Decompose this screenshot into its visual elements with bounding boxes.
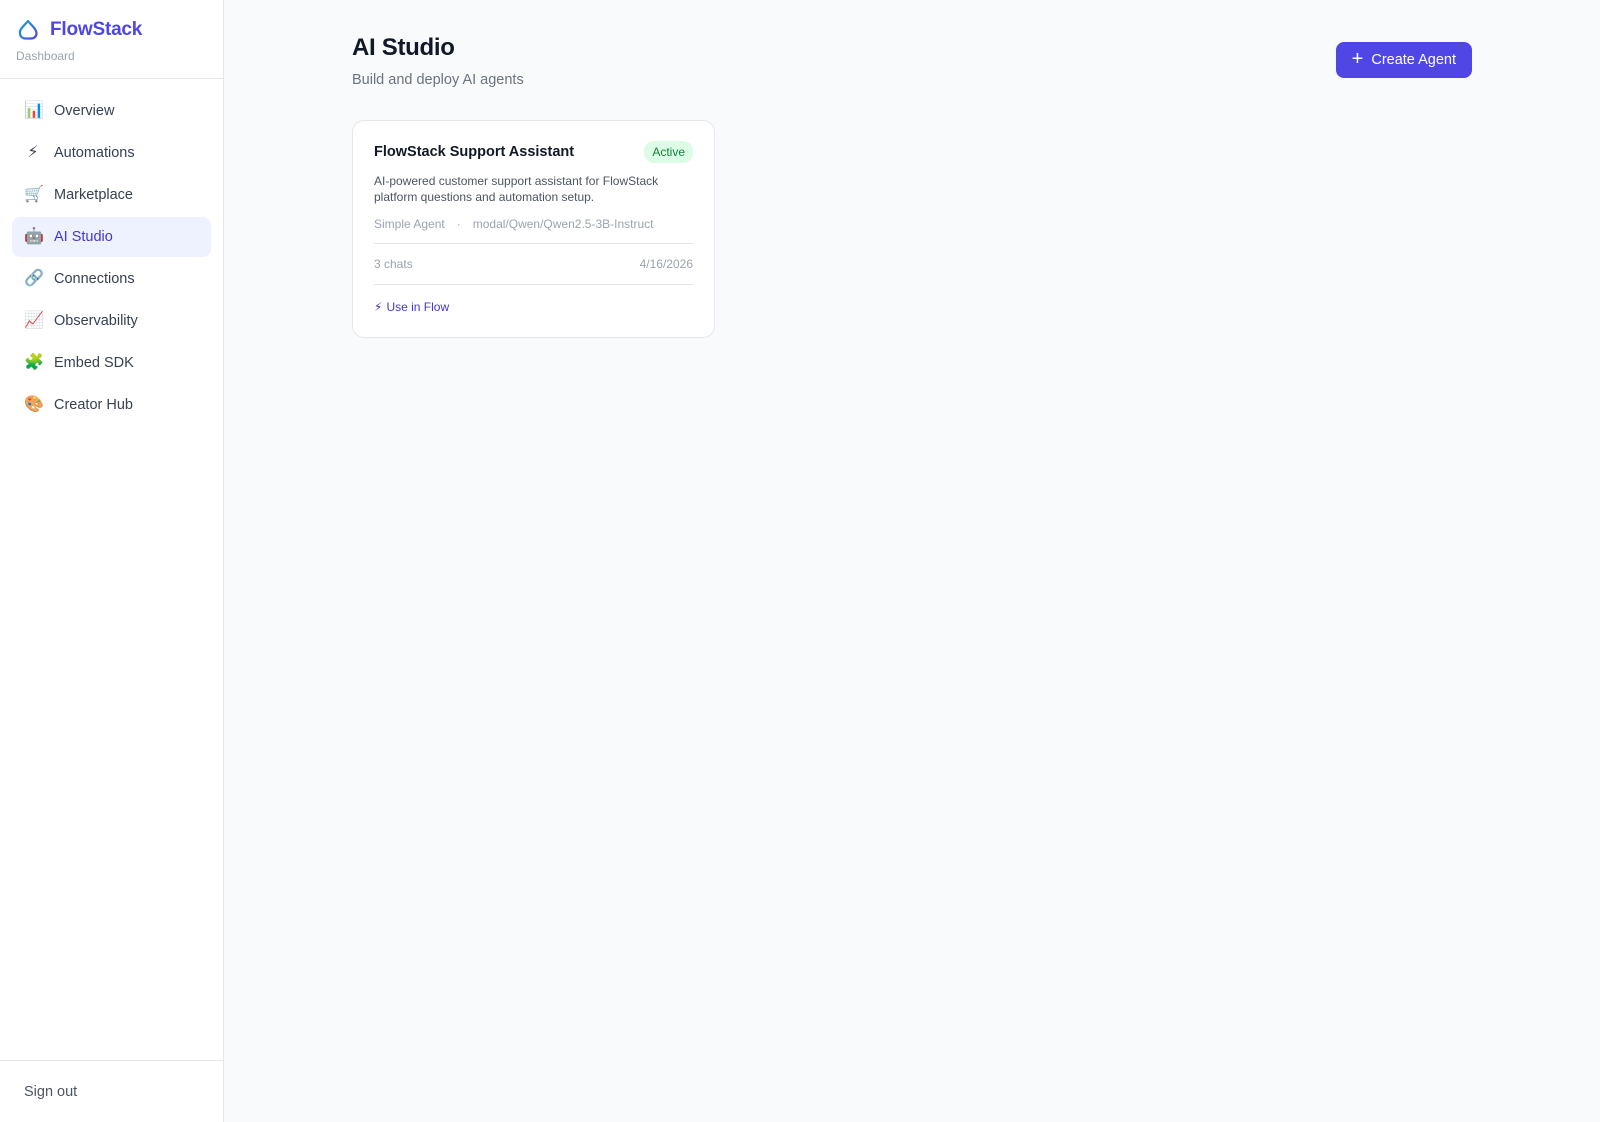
- sidebar: FlowStack Dashboard 📊 Overview ⚡ Automat…: [0, 0, 224, 1122]
- robot-icon: 🤖: [24, 228, 44, 245]
- sidebar-item-label: Overview: [54, 103, 115, 119]
- agent-meta: Simple Agent · modal/Qwen/Qwen2.5-3B-Ins…: [374, 217, 693, 231]
- sidebar-item-overview[interactable]: 📊 Overview: [12, 91, 211, 131]
- page-header: AI Studio Build and deploy AI agents + C…: [352, 34, 1472, 88]
- brand-header: FlowStack Dashboard: [0, 0, 223, 79]
- cloud-icon: [16, 18, 40, 42]
- sign-out-button[interactable]: Sign out: [24, 1084, 77, 1100]
- brand-name: FlowStack: [50, 19, 143, 40]
- main-content: AI Studio Build and deploy AI agents + C…: [224, 0, 1600, 1122]
- sidebar-item-marketplace[interactable]: 🛒 Marketplace: [12, 175, 211, 215]
- sidebar-item-embed-sdk[interactable]: 🧩 Embed SDK: [12, 343, 211, 383]
- sidebar-item-label: Observability: [54, 313, 138, 329]
- puzzle-icon: 🧩: [24, 354, 44, 371]
- sidebar-item-label: Automations: [54, 145, 135, 161]
- create-agent-button[interactable]: + Create Agent: [1335, 42, 1472, 78]
- sidebar-item-creator-hub[interactable]: 🎨 Creator Hub: [12, 385, 211, 425]
- sidebar-item-connections[interactable]: 🔗 Connections: [12, 259, 211, 299]
- agent-card-header: FlowStack Support Assistant Active: [374, 141, 693, 163]
- agent-model: modal/Qwen/Qwen2.5-3B-Instruct: [472, 217, 654, 231]
- brand-row[interactable]: FlowStack: [16, 18, 207, 42]
- agent-date: 4/16/2026: [639, 257, 693, 271]
- use-in-flow-label: Use in Flow: [386, 300, 450, 314]
- sidebar-item-observability[interactable]: 📈 Observability: [12, 301, 211, 341]
- sidebar-item-ai-studio[interactable]: 🤖 AI Studio: [12, 217, 211, 257]
- sidebar-item-label: Creator Hub: [54, 397, 133, 413]
- agent-description: AI-powered customer support assistant fo…: [374, 174, 659, 204]
- page-subtitle: Build and deploy AI agents: [352, 72, 524, 88]
- page-title: AI Studio: [352, 34, 455, 61]
- agent-card[interactable]: FlowStack Support Assistant Active AI-po…: [352, 120, 715, 338]
- card-divider: [374, 284, 693, 285]
- lightning-icon: ⚡: [27, 144, 39, 161]
- chat-count: 3 chats: [374, 257, 413, 271]
- bar-chart-icon: 📊: [24, 102, 44, 119]
- plus-icon: +: [1351, 48, 1364, 70]
- sidebar-nav: 📊 Overview ⚡ Automations 🛒 Marketplace 🤖…: [0, 79, 223, 1060]
- cart-icon: 🛒: [24, 186, 44, 203]
- status-badge: Active: [644, 141, 693, 163]
- sidebar-item-label: Connections: [54, 271, 135, 287]
- create-agent-label: Create Agent: [1371, 52, 1456, 68]
- agent-type: Simple Agent: [374, 217, 445, 231]
- sidebar-item-label: Marketplace: [54, 187, 133, 203]
- trend-chart-icon: 📈: [24, 312, 44, 329]
- link-icon: 🔗: [24, 270, 44, 287]
- sidebar-footer: Sign out: [0, 1060, 223, 1122]
- sidebar-item-label: AI Studio: [54, 229, 113, 245]
- meta-separator: ·: [456, 217, 461, 231]
- agent-stats: 3 chats 4/16/2026: [374, 244, 693, 284]
- brand-subtitle: Dashboard: [16, 49, 75, 63]
- app-root: FlowStack Dashboard 📊 Overview ⚡ Automat…: [0, 0, 1600, 1122]
- use-in-flow-link[interactable]: ⚡ Use in Flow: [374, 300, 449, 314]
- palette-icon: 🎨: [24, 396, 44, 413]
- page-heading: AI Studio Build and deploy AI agents: [352, 34, 524, 88]
- agent-name: FlowStack Support Assistant: [374, 144, 575, 160]
- sidebar-item-label: Embed SDK: [54, 355, 134, 371]
- lightning-icon: ⚡: [374, 300, 383, 314]
- sidebar-item-automations[interactable]: ⚡ Automations: [12, 133, 211, 173]
